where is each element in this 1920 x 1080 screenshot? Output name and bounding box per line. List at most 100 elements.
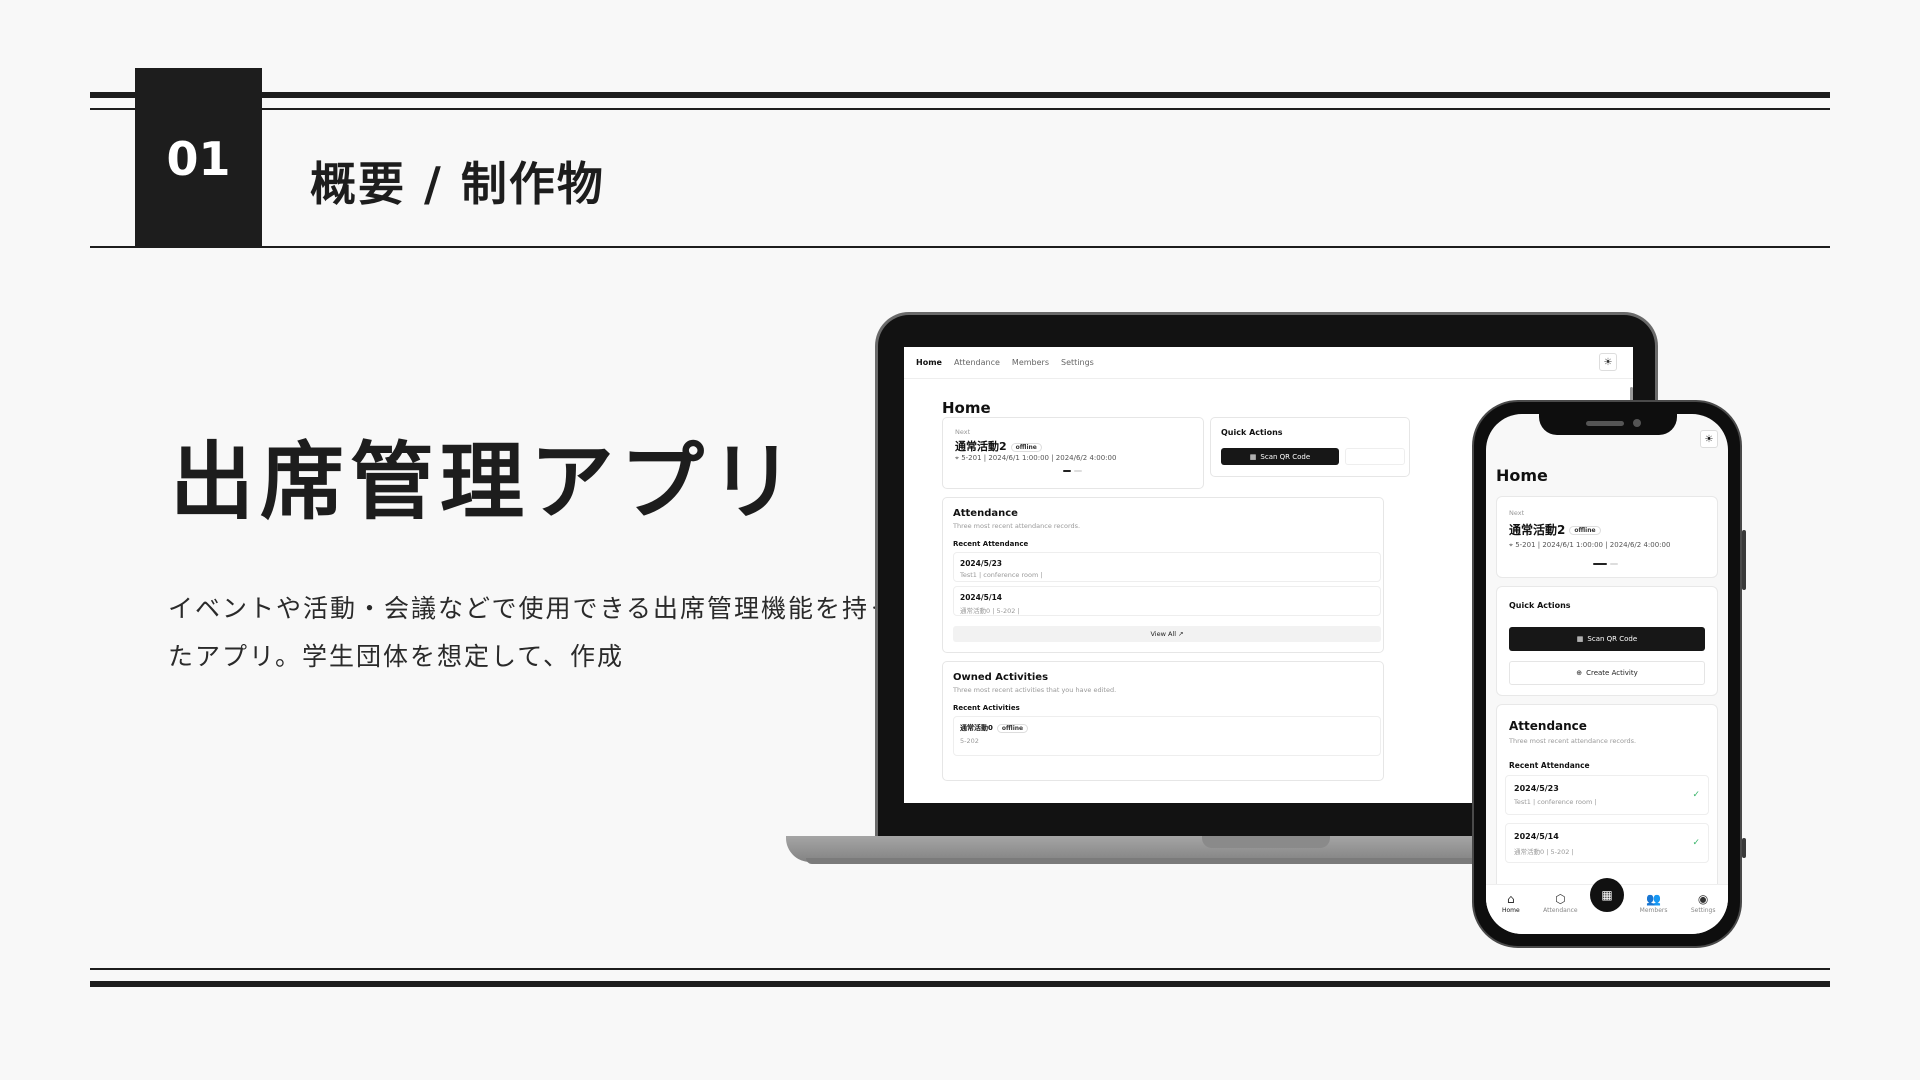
status-badge: offline: [1569, 526, 1601, 535]
attendance-subtitle: Three most recent attendance records.: [1509, 737, 1637, 745]
carousel-dots[interactable]: [1063, 470, 1082, 472]
attendance-date: 2024/5/23: [960, 559, 1003, 568]
theme-toggle-button[interactable]: ☀: [1599, 353, 1617, 371]
scan-fab-button[interactable]: ▦: [1590, 878, 1624, 912]
phone-mockup: ☀ Home Next 通常活動2 offline ⌖ 5-201 | 2024/…: [1472, 400, 1742, 948]
next-activity-card[interactable]: Next 通常活動2 offline ⌖ 5-201 | 2024/6/1 1:0…: [942, 417, 1204, 489]
owned-subtitle: Three most recent activities that you ha…: [953, 686, 1117, 694]
next-activity-card[interactable]: Next 通常活動2 offline ⌖ 5-201 | 2024/6/1 1:0…: [1496, 496, 1718, 578]
scan-qr-label: Scan QR Code: [1260, 452, 1311, 461]
quick-actions-card: Quick Actions ▦ Scan QR Code: [1210, 417, 1410, 477]
qr-icon: ▦: [1601, 888, 1613, 902]
activity-meta: 5-202: [960, 737, 979, 745]
app-title: 出席管理アプリ: [170, 433, 801, 531]
status-badge: offline: [1010, 442, 1042, 452]
tab-home[interactable]: ⌂ Home: [1491, 893, 1531, 914]
tab-attendance[interactable]: ⬡ Attendance: [1540, 893, 1580, 914]
carousel-dots[interactable]: [1593, 563, 1618, 565]
nav-attendance[interactable]: Attendance: [954, 358, 1000, 367]
tab-label: Attendance: [1543, 907, 1578, 914]
nav-settings[interactable]: Settings: [1061, 358, 1094, 367]
recent-activities-label: Recent Activities: [953, 704, 1020, 712]
attendance-card: Attendance Three most recent attendance …: [1496, 704, 1718, 894]
phone-camera: [1633, 419, 1641, 427]
next-activity-name: 通常活動2: [955, 440, 1007, 453]
next-label: Next: [955, 428, 971, 436]
next-meta: 5-201 | 2024/6/1 1:00:00 | 2024/6/2 4:00…: [961, 454, 1117, 462]
recent-attendance-label: Recent Attendance: [953, 540, 1029, 548]
attendance-date: 2024/5/23: [1514, 784, 1559, 793]
qr-icon: ▦: [1249, 452, 1257, 461]
home-icon: ⌂: [1506, 892, 1515, 906]
app-description: イベントや活動・会議などで使用できる出席管理機能を持ったアプリ。学生団体を想定し…: [168, 594, 897, 671]
top-nav: Home Attendance Members Settings ☀: [904, 347, 1633, 379]
create-activity-button[interactable]: ⊕ Create Activity: [1509, 661, 1705, 685]
scan-qr-label: Scan QR Code: [1587, 635, 1638, 643]
users-icon: 👥: [1646, 892, 1662, 906]
owned-title: Owned Activities: [953, 672, 1049, 683]
next-label: Next: [1509, 509, 1525, 517]
section-title: 概要 / 制作物: [310, 157, 605, 211]
phone-screen: ☀ Home Next 通常活動2 offline ⌖ 5-201 | 2024/…: [1486, 414, 1728, 934]
section-number: 01: [135, 68, 262, 248]
check-icon: ✓: [1692, 838, 1700, 848]
sun-icon: ☀: [1603, 356, 1613, 368]
box-icon: ⬡: [1555, 892, 1566, 906]
create-activity-label: Create Activity: [1586, 669, 1638, 677]
attendance-title: Attendance: [953, 508, 1018, 519]
top-rule-thin: [90, 108, 1830, 110]
tab-label: Members: [1639, 907, 1668, 914]
theme-toggle-button[interactable]: ☀: [1700, 430, 1718, 448]
activity-name: 通常活動0: [960, 724, 993, 732]
next-activity-name: 通常活動2: [1509, 523, 1566, 537]
page-title: Home: [1496, 466, 1548, 485]
attendance-row[interactable]: 2024/5/14 通常活動0 | 5-202 | ✓: [1505, 823, 1709, 863]
activity-row[interactable]: 通常活動0 offline 5-202: [953, 716, 1381, 756]
attendance-meta: Test1 | conference room |: [960, 571, 1043, 579]
laptop-trackpad-notch: [1202, 836, 1330, 848]
view-all-button[interactable]: View All ↗: [953, 626, 1381, 642]
next-meta-row: ⌖ 5-201 | 2024/6/1 1:00:00 | 2024/6/2 4:…: [955, 454, 1116, 463]
bottom-rule-thick: [90, 981, 1830, 987]
top-rule-thick: [90, 92, 1830, 98]
phone-notch: [1539, 405, 1677, 435]
attendance-date: 2024/5/14: [1514, 832, 1559, 841]
attendance-date: 2024/5/14: [960, 593, 1003, 602]
nav-home[interactable]: Home: [916, 358, 942, 367]
attendance-row[interactable]: 2024/5/23 Test1 | conference room | ✓: [1505, 775, 1709, 815]
attendance-subtitle: Three most recent attendance records.: [953, 522, 1081, 530]
tab-label: Home: [1501, 907, 1520, 914]
status-badge: offline: [996, 723, 1029, 733]
phone-side-button: [1742, 838, 1746, 858]
owned-activities-card: Owned Activities Three most recent activ…: [942, 661, 1384, 781]
check-icon: ✓: [1692, 790, 1700, 800]
user-circle-icon: ◉: [1697, 892, 1709, 906]
qr-icon: ▦: [1576, 635, 1584, 643]
location-icon: ⌖: [1509, 541, 1513, 549]
attendance-meta: 通常活動0 | 5-202 |: [1514, 848, 1574, 856]
nav-members[interactable]: Members: [1012, 358, 1049, 367]
tab-members[interactable]: 👥 Members: [1634, 893, 1674, 914]
attendance-card: Attendance Three most recent attendance …: [942, 497, 1384, 653]
bottom-rule-thin: [90, 968, 1830, 970]
attendance-title: Attendance: [1509, 719, 1587, 733]
phone-speaker: [1586, 421, 1624, 426]
attendance-meta: Test1 | conference room |: [1514, 798, 1597, 806]
attendance-row[interactable]: 2024/5/14 通常活動0 | 5-202 |: [953, 586, 1381, 616]
header-rule: [90, 246, 1830, 248]
quick-actions-card: Quick Actions ▦ Scan QR Code ⊕ Create Acti…: [1496, 586, 1718, 696]
quick-actions-title: Quick Actions: [1221, 428, 1283, 437]
tab-settings[interactable]: ◉ Settings: [1683, 893, 1723, 914]
plus-circle-icon: ⊕: [1576, 669, 1583, 677]
recent-attendance-label: Recent Attendance: [1509, 761, 1590, 770]
scan-qr-button[interactable]: ▦ Scan QR Code: [1509, 627, 1705, 651]
sun-icon: ☀: [1704, 433, 1714, 445]
quick-actions-title: Quick Actions: [1509, 601, 1571, 610]
location-icon: ⌖: [955, 454, 959, 462]
tab-label: Settings: [1690, 907, 1716, 914]
scan-qr-button[interactable]: ▦ Scan QR Code: [1221, 448, 1339, 465]
attendance-meta: 通常活動0 | 5-202 |: [960, 607, 1020, 615]
attendance-row[interactable]: 2024/5/23 Test1 | conference room |: [953, 552, 1381, 582]
phone-side-button: [1742, 530, 1746, 590]
create-activity-button[interactable]: [1345, 448, 1405, 465]
